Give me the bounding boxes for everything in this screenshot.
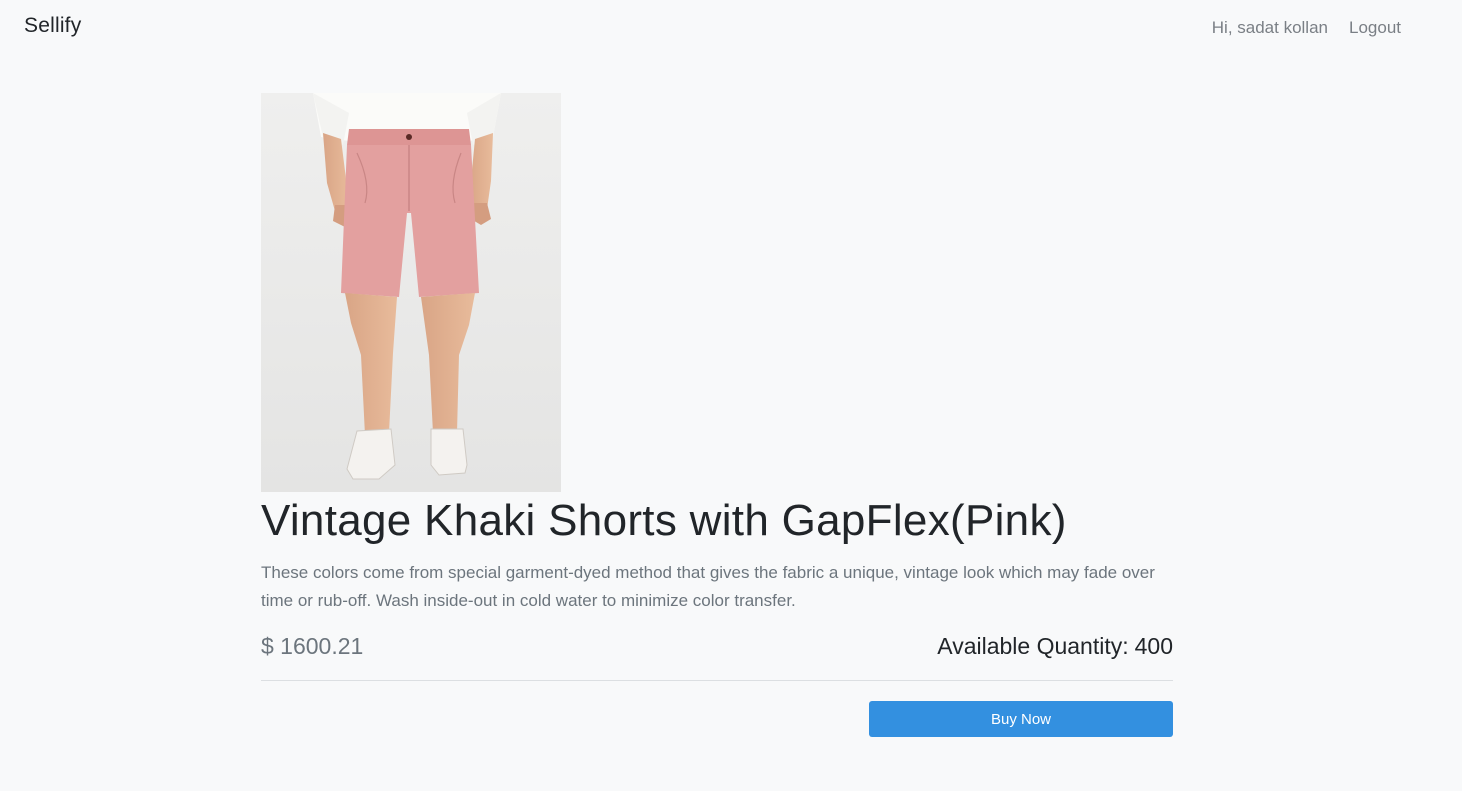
- brand-logo[interactable]: Sellify: [24, 14, 81, 38]
- nav-user-menu: Hi, sadat kollan Logout: [1212, 18, 1401, 38]
- product-title: Vintage Khaki Shorts with GapFlex(Pink): [261, 496, 1067, 545]
- buy-now-button[interactable]: Buy Now: [869, 701, 1173, 737]
- product-description: These colors come from special garment-d…: [261, 563, 1155, 610]
- product-price: $ 1600.21: [261, 632, 364, 659]
- available-quantity-value: 400: [1134, 632, 1173, 659]
- logout-link[interactable]: Logout: [1349, 18, 1401, 38]
- product-actions: Buy Now: [261, 701, 1173, 737]
- user-greeting-link[interactable]: Hi, sadat kollan: [1212, 18, 1328, 38]
- divider: [261, 680, 1173, 681]
- price-quantity-row: $ 1600.21 Available Quantity: 400: [261, 631, 1173, 661]
- product-image: [261, 93, 561, 492]
- top-navbar: Sellify Hi, sadat kollan Logout: [0, 0, 1462, 56]
- available-quantity: Available Quantity: 400: [937, 633, 1173, 660]
- available-quantity-label: Available Quantity:: [937, 632, 1129, 659]
- product-detail: Vintage Khaki Shorts with GapFlex(Pink) …: [261, 93, 1173, 737]
